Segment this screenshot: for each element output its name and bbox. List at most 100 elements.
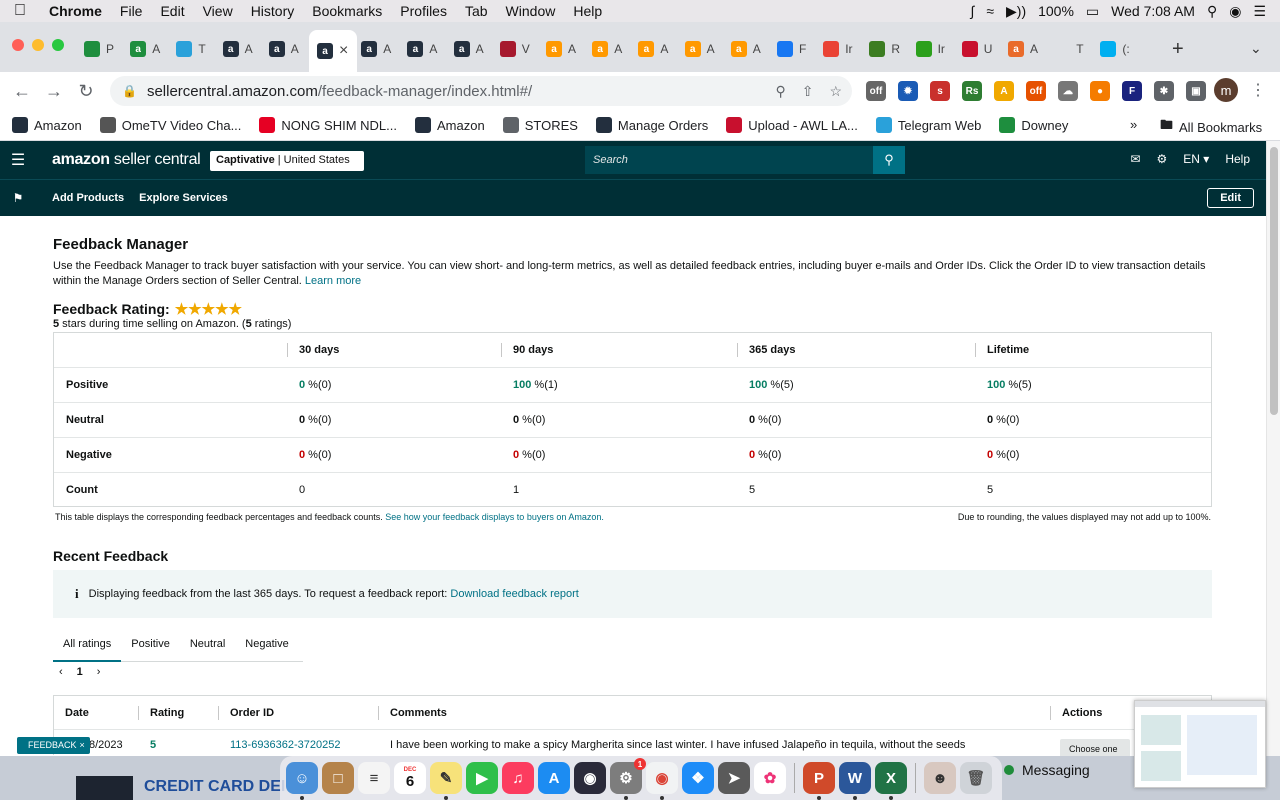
browser-tab[interactable]: P <box>84 36 128 62</box>
language-selector[interactable]: EN ▾ <box>1183 152 1209 166</box>
hamburger-menu-icon[interactable]: ☰ <box>0 150 36 170</box>
browser-tab[interactable]: R <box>869 36 913 62</box>
menu-history[interactable]: History <box>242 3 304 19</box>
bookmark-item[interactable]: Amazon <box>12 117 82 133</box>
siri-icon[interactable]: ◉ <box>574 762 606 794</box>
next-page-icon[interactable]: › <box>97 666 101 678</box>
messaging-widget[interactable]: Messaging <box>1004 762 1090 778</box>
menu-profiles[interactable]: Profiles <box>391 3 456 19</box>
nav-explore-services[interactable]: Explore Services <box>139 192 228 204</box>
side-panel-icon[interactable]: ▣ <box>1186 81 1206 101</box>
user-photo-icon[interactable]: ☻ <box>924 762 956 794</box>
chrome-menu-icon[interactable]: ⋮ <box>1250 80 1266 100</box>
reminders-icon[interactable]: ≡ <box>358 762 390 794</box>
extension-off-icon[interactable]: off <box>866 81 886 101</box>
account-switcher[interactable]: Captivative | United States <box>210 151 364 171</box>
system-preferences-icon[interactable]: ⚙ 1 <box>610 758 646 800</box>
gear-icon[interactable]: ⚙ <box>1157 152 1168 166</box>
new-tab-button[interactable]: + <box>1172 38 1184 61</box>
browser-tab[interactable]: (: <box>1100 36 1144 62</box>
minimize-window-button[interactable] <box>32 39 44 51</box>
menu-file[interactable]: File <box>111 3 152 19</box>
profile-avatar[interactable]: m <box>1214 78 1238 102</box>
browser-tab[interactable]: aA <box>592 36 636 62</box>
search-icon[interactable]: ⚲ <box>873 146 905 174</box>
photos-icon[interactable]: ✿ <box>754 762 786 794</box>
buyer-display-link[interactable]: See how your feedback displays to buyers… <box>385 512 604 522</box>
close-window-button[interactable] <box>12 39 24 51</box>
zoom-icon[interactable]: ⚲ <box>775 83 785 100</box>
contacts-icon[interactable]: □ <box>322 762 354 794</box>
bookmark-item[interactable]: OmeTV Video Cha... <box>99 117 241 133</box>
close-icon[interactable]: × <box>80 740 85 750</box>
bookmark-item[interactable]: Manage Orders <box>595 117 708 133</box>
wifi-icon[interactable]: ≈ <box>986 3 994 19</box>
browser-tab[interactable]: aA <box>361 36 405 62</box>
col-rating[interactable]: Rating <box>139 696 184 730</box>
share-icon[interactable]: ⇧ <box>802 83 814 100</box>
app-store-icon[interactable]: A <box>538 762 570 794</box>
col-order-id[interactable]: Order ID <box>219 696 274 730</box>
extension-f-icon[interactable]: F <box>1122 81 1142 101</box>
extension-cloud-icon[interactable]: ☁ <box>1058 81 1078 101</box>
trash-icon[interactable]: 🗑 <box>960 762 992 794</box>
bookmark-icon[interactable]: ⚑ <box>0 191 36 205</box>
bookmark-item[interactable]: Upload - AWL LA... <box>726 117 858 133</box>
bookmark-item[interactable]: Amazon <box>415 117 485 133</box>
tab-search-chevron-icon[interactable]: ⌄ <box>1250 40 1262 57</box>
chrome-icon[interactable]: ◉ <box>646 762 678 800</box>
bookmark-item[interactable]: Downey <box>999 117 1068 133</box>
page-scrollbar[interactable] <box>1266 141 1280 756</box>
row-order-id-link[interactable]: 113-6936362-3720252 <box>230 739 341 751</box>
browser-tab[interactable]: Ir <box>915 36 960 62</box>
menu-help[interactable]: Help <box>564 3 611 19</box>
siri-icon[interactable]: ◉ <box>1229 3 1241 20</box>
clock[interactable]: Wed 7:08 AM <box>1111 3 1195 19</box>
extensions-puzzle-icon[interactable]: ✱ <box>1154 81 1174 101</box>
browser-tab[interactable]: F <box>777 36 821 62</box>
back-button[interactable]: ← <box>6 81 38 102</box>
tab-positive[interactable]: Positive <box>121 632 180 662</box>
menu-view[interactable]: View <box>194 3 242 19</box>
learn-more-link[interactable]: Learn more <box>305 275 361 287</box>
tab-negative[interactable]: Negative <box>235 632 298 662</box>
safari-icon[interactable]: ❖ <box>682 762 714 794</box>
address-bar[interactable]: 🔒 sellercentral.amazon.com/feedback-mana… <box>110 76 852 106</box>
all-bookmarks-button[interactable]: 🖿 All Bookmarks <box>1160 116 1262 138</box>
bookmark-star-icon[interactable]: ☆ <box>829 83 842 100</box>
music-icon[interactable]: ♫ <box>502 762 534 794</box>
bluetooth-icon[interactable]: ∫ <box>970 3 974 19</box>
lock-icon[interactable]: 🔒 <box>122 84 137 98</box>
notes-icon[interactable]: ✎ <box>430 762 462 800</box>
extension-off2-icon[interactable]: off <box>1026 81 1046 101</box>
seller-central-logo[interactable]: amazon seller central <box>52 151 201 169</box>
mail-icon[interactable]: ✉ <box>1130 152 1140 166</box>
nav-add-products[interactable]: Add Products <box>52 192 124 204</box>
extension-seller-icon[interactable]: s <box>930 81 950 101</box>
scroll-thumb[interactable] <box>1270 147 1278 415</box>
bookmark-item[interactable]: STORES <box>502 117 578 133</box>
tab-neutral[interactable]: Neutral <box>180 632 235 662</box>
powerpoint-icon[interactable]: P <box>803 762 835 800</box>
browser-tab[interactable]: aA <box>1008 36 1052 62</box>
browser-tab[interactable]: aA <box>268 36 313 62</box>
reload-button[interactable]: ↻ <box>70 81 102 102</box>
battery-icon[interactable]: ▭ <box>1086 3 1099 20</box>
finder-icon[interactable]: ☺ <box>286 762 318 800</box>
rocket-icon[interactable]: ➤ <box>718 762 750 794</box>
edit-nav-button[interactable]: Edit <box>1207 188 1254 208</box>
forward-button[interactable]: → <box>38 81 70 102</box>
browser-tab[interactable]: aA <box>684 36 729 62</box>
menu-app-name[interactable]: Chrome <box>40 3 111 19</box>
browser-tab[interactable]: V <box>499 36 544 62</box>
menu-bookmarks[interactable]: Bookmarks <box>303 3 391 19</box>
browser-tab[interactable]: aA <box>407 36 451 62</box>
browser-tab[interactable]: aA <box>130 36 174 62</box>
browser-tab[interactable]: U <box>961 36 1006 62</box>
help-link[interactable]: Help <box>1225 152 1250 166</box>
current-page[interactable]: 1 <box>77 666 83 678</box>
feedback-widget-button[interactable]: FEEDBACK × <box>17 737 90 754</box>
tab-all-ratings[interactable]: All ratings <box>53 632 122 662</box>
facetime-icon[interactable]: ▶ <box>466 762 498 794</box>
spotlight-search-icon[interactable]: ⚲ <box>1207 3 1217 20</box>
